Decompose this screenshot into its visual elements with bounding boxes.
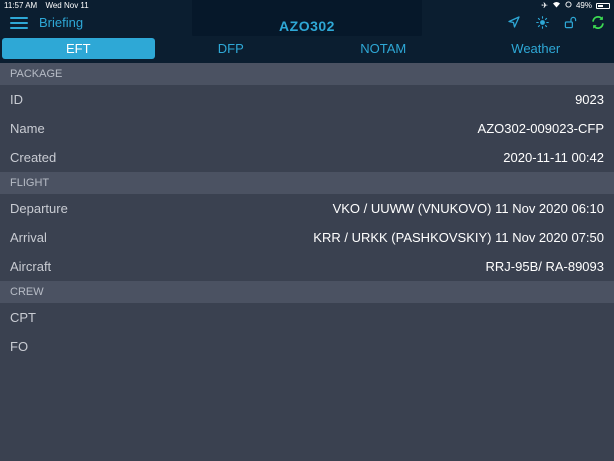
location-arrow-icon[interactable] [506,14,522,30]
row-label: Departure [10,201,68,216]
tab-eft[interactable]: EFT [2,38,155,59]
row-cpt: CPT [0,303,614,332]
row-aircraft: Aircraft RRJ-95B/ RA-89093 [0,252,614,281]
row-value: 2020-11-11 00:42 [503,150,604,165]
battery-icon [596,2,610,9]
row-label: CPT [10,310,36,325]
sync-icon[interactable] [590,14,606,30]
nav-actions [506,14,606,30]
row-value: KRR / URKK (PASHKOVSKIY) 11 Nov 2020 07:… [313,230,604,245]
row-value: VKO / UUWW (VNUKOVO) 11 Nov 2020 06:10 [332,201,604,216]
tab-weather[interactable]: Weather [460,38,613,59]
section-header-package: PACKAGE [0,63,614,85]
row-label: Arrival [10,230,47,245]
airplane-mode-icon: ✈ [541,1,548,10]
segmented-tabs: EFT DFP NOTAM Weather [0,36,614,63]
section-header-crew: CREW [0,281,614,303]
brightness-icon[interactable] [534,14,550,30]
status-bar-left: 11:57 AM Wed Nov 11 [4,1,95,10]
status-date: Wed Nov 11 [45,1,89,10]
row-label: ID [10,92,23,107]
unlock-icon[interactable] [562,14,578,30]
row-id: ID 9023 [0,85,614,114]
row-name: Name AZO302-009023-CFP [0,114,614,143]
hamburger-menu-icon[interactable] [10,17,28,29]
battery-percent: 49% [575,1,592,10]
row-value: AZO302-009023-CFP [477,121,604,136]
row-label: FO [10,339,29,354]
row-value: RRJ-95B/ RA-89093 [485,259,605,274]
status-time: 11:57 AM [4,1,38,10]
status-bar-right: ✈ 49% [541,1,610,10]
row-fo: FO [0,332,614,361]
row-value: 9023 [575,92,604,107]
orientation-lock-icon [565,1,572,10]
briefing-content: PACKAGE ID 9023 Name AZO302-009023-CFP C… [0,63,614,361]
section-header-flight: FLIGHT [0,172,614,194]
briefing-back-button[interactable]: Briefing [39,15,83,30]
tab-dfp[interactable]: DFP [155,38,308,59]
flight-title: AZO302 [192,0,422,41]
row-created: Created 2020-11-11 00:42 [0,143,614,172]
row-arrival: Arrival KRR / URKK (PASHKOVSKIY) 11 Nov … [0,223,614,252]
row-label: Aircraft [10,259,52,274]
battery-fill [598,4,603,7]
page-title: AZO302 [279,18,335,34]
row-departure: Departure VKO / UUWW (VNUKOVO) 11 Nov 20… [0,194,614,223]
wifi-icon [552,1,561,10]
tab-notam[interactable]: NOTAM [307,38,460,59]
row-label: Name [10,121,45,136]
row-label: Created [10,150,57,165]
nav-bar: Briefing AZO302 [0,0,614,41]
